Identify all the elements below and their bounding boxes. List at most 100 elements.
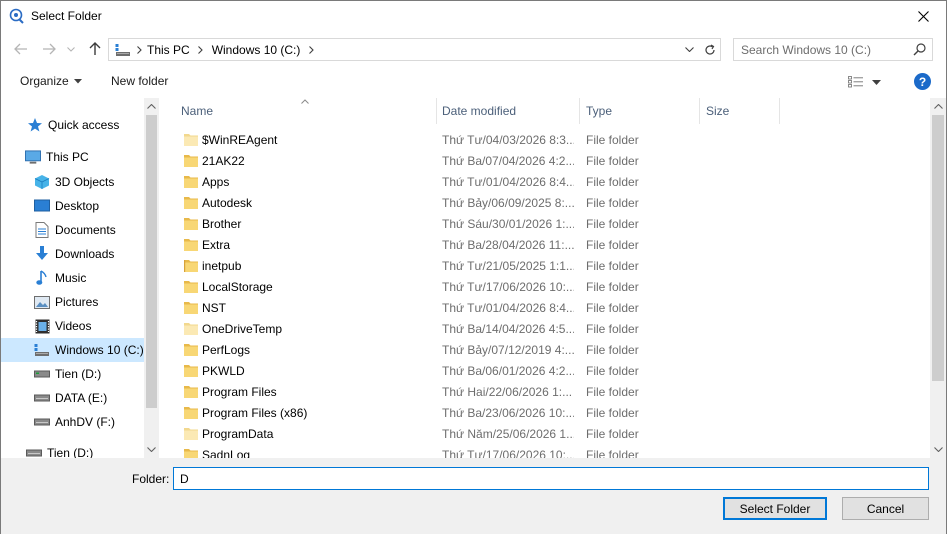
nav-item-documents[interactable]: Documents — [1, 218, 144, 242]
scroll-down-icon[interactable] — [144, 441, 159, 458]
folder-icon — [184, 344, 198, 356]
organize-label: Organize — [20, 74, 69, 88]
nav-item-label: AnhDV (F:) — [55, 415, 116, 429]
file-row[interactable]: Program Files Thứ Hai/22/06/2026 1:... Fil… — [177, 381, 927, 402]
desktop-icon — [34, 198, 50, 214]
file-row[interactable]: Program Files (x86) Thứ Ba/23/06/2026 10:… — [177, 402, 927, 423]
file-date-modified: Thứ Hai/22/06/2026 1:... — [442, 384, 573, 399]
cube-icon — [34, 174, 50, 190]
file-type: File folder — [586, 195, 639, 210]
recent-locations-button[interactable] — [64, 39, 78, 59]
file-row[interactable]: SadnLog Thứ Tư/17/06/2026 10:... File fold… — [177, 444, 927, 458]
nav-item-desktop[interactable]: Desktop — [1, 194, 144, 218]
folder-icon — [184, 281, 198, 293]
nav-pane-scrollbar[interactable] — [144, 98, 159, 458]
folder-icon — [184, 407, 198, 419]
file-type: File folder — [586, 363, 639, 378]
file-date-modified: Thứ Ba/23/06/2026 10:... — [442, 405, 574, 420]
file-row[interactable]: ProgramData Thứ Năm/25/06/2026 1... File f… — [177, 423, 927, 444]
select-folder-dialog: Select Folder This PC Windows 10 (C:) Se… — [0, 0, 947, 534]
cancel-button[interactable]: Cancel — [842, 497, 929, 520]
scrollbar-thumb[interactable] — [146, 115, 157, 408]
scroll-up-icon[interactable] — [930, 98, 946, 115]
nav-item-label: Windows 10 (C:) — [55, 343, 144, 357]
file-row[interactable]: Extra Thứ Ba/28/04/2026 11:... File folder — [177, 234, 927, 255]
column-label: Date modified — [442, 104, 517, 118]
file-date-modified: Thứ Ba/14/04/2026 4:5... — [442, 321, 574, 336]
breadcrumb-this-pc[interactable]: This PC — [147, 43, 190, 57]
forward-button[interactable] — [39, 39, 59, 59]
close-button[interactable] — [900, 1, 946, 32]
address-row: This PC Windows 10 (C:) — [1, 34, 946, 64]
search-box — [733, 38, 933, 61]
drive-icon — [34, 366, 50, 382]
nav-item-label: Tien (D:) — [55, 367, 102, 381]
search-icon[interactable] — [913, 43, 926, 56]
nav-item-label: Videos — [55, 319, 92, 333]
file-type: File folder — [586, 384, 639, 399]
file-row[interactable]: inetpub Thứ Tư/21/05/2025 1:1... File fold… — [177, 255, 927, 276]
folder-icon — [184, 365, 198, 377]
window-title: Select Folder — [31, 9, 102, 23]
column-label: Size — [706, 104, 730, 118]
file-date-modified: Thứ Tư/04/03/2026 8:3... — [442, 132, 574, 147]
file-row[interactable]: NST Thứ Tư/01/04/2026 8:4... File folder — [177, 297, 927, 318]
column-header-name[interactable]: Name — [175, 98, 437, 124]
file-row[interactable]: OneDriveTemp Thứ Ba/14/04/2026 4:5... File… — [177, 318, 927, 339]
change-view-button[interactable] — [848, 72, 888, 92]
address-history-button[interactable] — [680, 39, 698, 60]
scroll-down-icon[interactable] — [930, 441, 946, 458]
folder-name-input[interactable] — [173, 467, 929, 490]
nav-item-label: 3D Objects — [55, 175, 115, 189]
breadcrumb-drive[interactable]: Windows 10 (C:) — [212, 43, 301, 57]
file-type: File folder — [586, 237, 639, 252]
nav-item-videos[interactable]: Videos — [1, 314, 144, 338]
pictures-icon — [34, 294, 50, 310]
up-button[interactable] — [85, 39, 105, 59]
back-button[interactable] — [11, 39, 31, 59]
nav-item-this-pc[interactable]: This PC — [1, 145, 144, 169]
sort-ascending-icon — [301, 99, 309, 104]
file-name: inetpub — [202, 258, 242, 273]
file-row[interactable]: Apps Thứ Tư/01/04/2026 8:4... File folder — [177, 171, 927, 192]
computer-icon — [25, 149, 41, 165]
file-row[interactable]: LocalStorage Thứ Tư/17/06/2026 10:... File… — [177, 276, 927, 297]
column-header-date-modified[interactable]: Date modified — [436, 98, 580, 124]
file-row[interactable]: 21AK22 Thứ Ba/07/04/2026 4:2... File folde… — [177, 150, 927, 171]
arrow-left-icon — [14, 43, 27, 55]
nav-item-data-e[interactable]: DATA (E:) — [1, 386, 144, 410]
nav-item-tien-d-network[interactable]: Tien (D:) — [1, 441, 144, 458]
address-bar[interactable]: This PC Windows 10 (C:) — [108, 38, 721, 61]
file-name: PKWLD — [202, 363, 245, 378]
nav-item-windows-10-c[interactable]: Windows 10 (C:) — [1, 338, 144, 362]
file-list-scrollbar[interactable] — [930, 98, 946, 458]
file-row[interactable]: $WinREAgent Thứ Tư/04/03/2026 8:3... File … — [177, 129, 927, 150]
column-header-size[interactable]: Size — [700, 98, 780, 124]
nav-item-downloads[interactable]: Downloads — [1, 242, 144, 266]
file-row[interactable]: PerfLogs Thứ Bảy/07/12/2019 4:... File fol… — [177, 339, 927, 360]
new-folder-button[interactable]: New folder — [111, 74, 168, 88]
new-folder-label: New folder — [111, 74, 169, 88]
file-type: File folder — [586, 321, 639, 336]
scroll-up-icon[interactable] — [144, 98, 159, 115]
nav-item-tien-d[interactable]: Tien (D:) — [1, 362, 144, 386]
nav-item-anhdv-f[interactable]: AnhDV (F:) — [1, 410, 144, 434]
file-name: Program Files (x86) — [202, 405, 308, 420]
nav-item-music[interactable]: Music — [1, 266, 144, 290]
nav-item-pictures[interactable]: Pictures — [1, 290, 144, 314]
search-input[interactable] — [741, 42, 911, 58]
nav-item-3d-objects[interactable]: 3D Objects — [1, 170, 144, 194]
folder-icon — [184, 323, 198, 335]
file-row[interactable]: Autodesk Thứ Bảy/06/09/2025 8:... File fol… — [177, 192, 927, 213]
nav-item-quick-access[interactable]: Quick access — [1, 113, 144, 137]
star-icon — [27, 117, 43, 133]
file-row[interactable]: PKWLD Thứ Ba/06/01/2026 4:2... File folder — [177, 360, 927, 381]
column-header-type[interactable]: Type — [580, 98, 700, 124]
refresh-button[interactable] — [698, 39, 720, 60]
file-type: File folder — [586, 426, 639, 441]
file-row[interactable]: Brother Thứ Sáu/30/01/2026 1:... File fold… — [177, 213, 927, 234]
scrollbar-thumb[interactable] — [932, 115, 944, 381]
select-folder-button[interactable]: Select Folder — [723, 497, 827, 520]
organize-button[interactable]: Organize — [20, 74, 82, 88]
help-button[interactable]: ? — [914, 73, 931, 90]
